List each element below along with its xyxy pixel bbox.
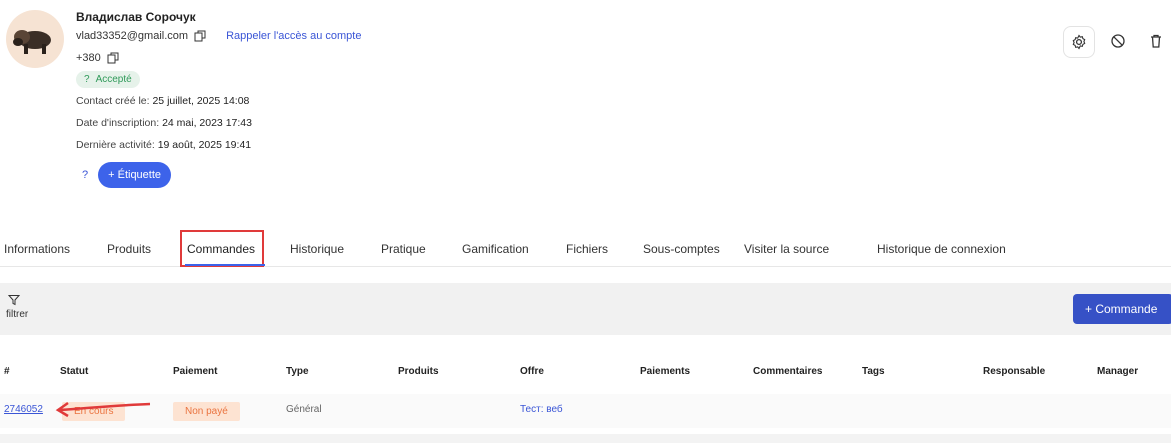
contact-name: Владислав Сорочук	[76, 10, 196, 24]
add-tag-button[interactable]: + Étiquette	[98, 162, 172, 188]
new-order-button[interactable]: + Commande	[1073, 294, 1171, 324]
annotation-box	[180, 230, 264, 267]
filter-button[interactable]: filtrer	[6, 294, 28, 320]
last-activity-label: Dernière activité:	[76, 139, 155, 151]
column-header: Offre	[520, 366, 544, 377]
profile-info: Владислав Сорочук vlad33352@gmail.com Ra…	[76, 9, 361, 188]
contact-profile: Владислав Сорочук vlad33352@gmail.com Ra…	[0, 0, 1171, 215]
trash-icon	[1151, 34, 1161, 48]
annotation-arrow	[55, 401, 151, 418]
column-header: Produits	[398, 366, 439, 377]
tab-gamification[interactable]: Gamification	[462, 242, 529, 256]
filter-icon	[7, 295, 21, 306]
gear-icon	[1072, 34, 1086, 50]
table-row[interactable]: 2746052 En cours Non payé Général Тест: …	[0, 394, 1171, 428]
column-header: Statut	[60, 366, 89, 377]
email-text: vlad33352@gmail.com	[76, 30, 189, 42]
created-label: Contact créé le:	[76, 95, 150, 107]
offer-link[interactable]: Тест: веб	[520, 404, 563, 415]
help-icon: ?	[84, 74, 90, 85]
column-header: Responsable	[983, 366, 1046, 377]
tab-historique[interactable]: Historique	[290, 242, 344, 256]
registered-value: 24 mai, 2023 17:43	[162, 117, 252, 129]
status-badge-label: Accepté	[95, 74, 132, 85]
copy-icon[interactable]	[194, 30, 206, 42]
column-header: #	[4, 366, 10, 377]
filter-label: filtrer	[6, 309, 29, 320]
filter-bar: filtrer	[0, 283, 1171, 335]
avatar	[6, 10, 64, 68]
registered-label: Date d'inscription:	[76, 117, 160, 129]
order-id-link[interactable]: 2746052	[4, 404, 43, 415]
tab-visiter-la-source[interactable]: Visiter la source	[744, 242, 829, 256]
header-actions	[1063, 26, 1171, 58]
phone-text: +380	[76, 52, 101, 64]
last-activity-value: 19 août, 2025 19:41	[157, 139, 252, 151]
remind-access-link[interactable]: Rappeler l'accès au compte	[226, 30, 361, 42]
copy-icon[interactable]	[107, 52, 119, 64]
tag-help-icon[interactable]: ?	[82, 169, 88, 181]
tab-fichiers[interactable]: Fichiers	[566, 242, 608, 256]
type-cell: Général	[286, 404, 322, 415]
tab-produits[interactable]: Produits	[107, 242, 151, 256]
settings-button[interactable]	[1063, 26, 1095, 58]
tab-pratique[interactable]: Pratique	[381, 242, 426, 256]
column-header: Commentaires	[753, 366, 823, 377]
delete-button[interactable]	[1141, 26, 1171, 56]
status-badge: ? Accepté	[76, 71, 140, 88]
bison-icon	[13, 30, 51, 54]
created-value: 25 juillet, 2025 14:08	[152, 95, 250, 107]
table-row-partial	[0, 434, 1171, 443]
block-button[interactable]	[1103, 26, 1133, 56]
active-tab-indicator	[185, 264, 265, 266]
tab-informations[interactable]: Informations	[4, 242, 70, 256]
block-icon	[1111, 34, 1125, 48]
column-header: Type	[286, 366, 309, 377]
tab-bar: Informations Produits Commandes Historiq…	[0, 230, 1171, 267]
column-header: Manager	[1097, 366, 1139, 377]
column-header: Paiements	[640, 366, 691, 377]
table-header: # Statut Paiement Type Produits Offre Pa…	[0, 360, 1171, 382]
column-header: Tags	[862, 366, 885, 377]
tab-sous-comptes[interactable]: Sous-comptes	[643, 242, 720, 256]
payment-badge: Non payé	[173, 402, 240, 421]
tab-historique-de-connexion[interactable]: Historique de connexion	[877, 242, 1006, 256]
column-header: Paiement	[173, 366, 218, 377]
